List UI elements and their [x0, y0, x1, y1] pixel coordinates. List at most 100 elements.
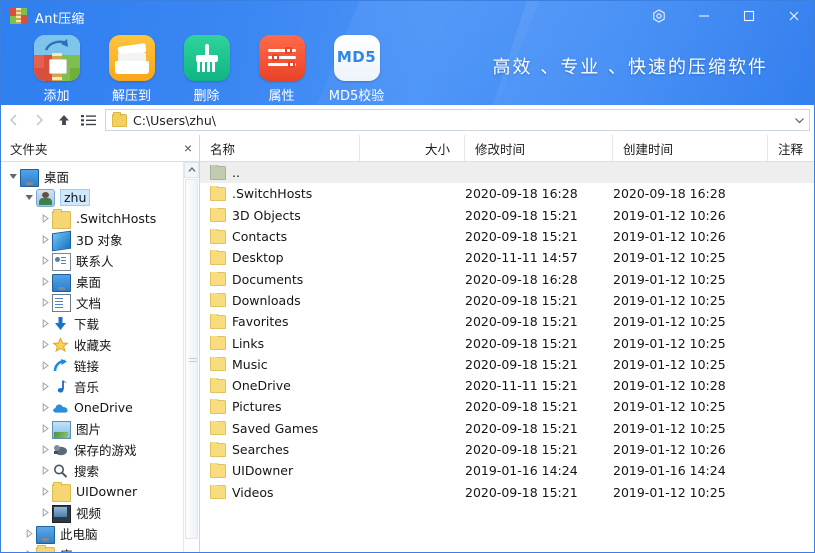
- tree-item-.switchhosts[interactable]: .SwitchHosts: [1, 208, 185, 229]
- file-row[interactable]: UIDowner2019-01-16 14:242019-01-16 14:24: [200, 460, 815, 481]
- file-row[interactable]: Searches2020-09-18 15:212019-01-12 10:26: [200, 439, 815, 460]
- file-row[interactable]: Contacts2020-09-18 15:212019-01-12 10:26: [200, 226, 815, 247]
- twisty-collapsed-icon[interactable]: [39, 334, 52, 355]
- twisty-expanded-icon[interactable]: [7, 166, 20, 187]
- file-row[interactable]: .SwitchHosts2020-09-18 16:282020-09-18 1…: [200, 183, 815, 204]
- twisty-collapsed-icon[interactable]: [39, 250, 52, 271]
- tree-item-uidowner[interactable]: UIDowner: [1, 481, 185, 502]
- tree-item-onedrive[interactable]: OneDrive: [1, 397, 185, 418]
- tree-item-视频[interactable]: 视频: [1, 502, 185, 523]
- toolbar-button-md5[interactable]: MD5 MD5校验: [319, 35, 394, 104]
- banner-tagline: 高效 、专业 、快速的压缩软件: [493, 53, 768, 79]
- tree-item-收藏夹[interactable]: 收藏夹: [1, 334, 185, 355]
- scroll-up-icon[interactable]: [184, 162, 199, 178]
- up-button[interactable]: [51, 107, 76, 133]
- twisty-collapsed-icon[interactable]: [39, 271, 52, 292]
- title-bar: Ant压缩: [1, 1, 815, 31]
- column-header-note[interactable]: 注释: [768, 135, 815, 161]
- tree-item-搜索[interactable]: 搜索: [1, 460, 185, 481]
- column-header-modified[interactable]: 修改时间: [465, 135, 613, 161]
- chevron-down-icon[interactable]: [789, 115, 809, 126]
- tree-item-label: 下载: [74, 314, 99, 333]
- header-banner: Ant压缩: [1, 1, 815, 105]
- tree-item-联系人[interactable]: 联系人: [1, 250, 185, 271]
- tree-item-此电脑[interactable]: 此电脑: [1, 523, 185, 544]
- file-row[interactable]: Favorites2020-09-18 15:212019-01-12 10:2…: [200, 311, 815, 332]
- links-icon: [52, 358, 69, 374]
- twisty-collapsed-icon[interactable]: [39, 418, 52, 439]
- twisty-collapsed-icon[interactable]: [23, 544, 36, 553]
- file-row[interactable]: Music2020-09-18 15:212019-01-12 10:25: [200, 354, 815, 375]
- twisty-collapsed-icon[interactable]: [39, 208, 52, 229]
- tree-item-桌面[interactable]: 桌面: [1, 166, 185, 187]
- pictures-icon: [52, 421, 71, 439]
- file-name-cell: .SwitchHosts: [200, 186, 360, 201]
- tree-item-下载[interactable]: 下载: [1, 313, 185, 334]
- folder-icon: [210, 379, 226, 393]
- file-row[interactable]: OneDrive2020-11-11 15:212019-01-12 10:28: [200, 375, 815, 396]
- twisty-collapsed-icon[interactable]: [39, 355, 52, 376]
- tree-item-库[interactable]: 库: [1, 544, 185, 553]
- tree-item-桌面[interactable]: 桌面: [1, 271, 185, 292]
- forward-button[interactable]: [26, 107, 51, 133]
- twisty-collapsed-icon[interactable]: [39, 397, 52, 418]
- minimize-button[interactable]: [681, 1, 726, 31]
- column-header-size[interactable]: 大小: [360, 135, 465, 161]
- toolbar-label: 删除: [193, 85, 219, 104]
- twisty-collapsed-icon[interactable]: [39, 376, 52, 397]
- file-row[interactable]: Links2020-09-18 15:212019-01-12 10:25: [200, 332, 815, 353]
- file-row[interactable]: Desktop2020-11-11 14:572019-01-12 10:25: [200, 247, 815, 268]
- tree-item-3d-对象[interactable]: 3D 对象: [1, 229, 185, 250]
- file-row[interactable]: Documents2020-09-18 16:282019-01-12 10:2…: [200, 268, 815, 289]
- file-created-cell: 2019-01-16 14:24: [613, 463, 768, 478]
- twisty-collapsed-icon[interactable]: [39, 439, 52, 460]
- videos-icon: [52, 505, 71, 523]
- folder-icon: [210, 293, 226, 307]
- file-row[interactable]: Videos2020-09-18 15:212019-01-12 10:25: [200, 481, 815, 502]
- scrollbar-thumb[interactable]: [185, 179, 198, 539]
- file-name-cell: Documents: [200, 272, 360, 287]
- file-row[interactable]: Saved Games2020-09-18 15:212019-01-12 10…: [200, 418, 815, 439]
- twisty-expanded-icon[interactable]: [23, 187, 36, 208]
- tree-item-label: 3D 对象: [76, 230, 123, 249]
- twisty-collapsed-icon[interactable]: [39, 229, 52, 250]
- tree-item-保存的游戏[interactable]: 保存的游戏: [1, 439, 185, 460]
- close-icon[interactable]: ×: [184, 141, 192, 155]
- folder-icon: [52, 484, 71, 502]
- maximize-button[interactable]: [726, 1, 771, 31]
- scrollbar-grip-icon: [189, 358, 197, 364]
- twisty-collapsed-icon[interactable]: [39, 481, 52, 502]
- tree-item-zhu[interactable]: zhu: [1, 187, 185, 208]
- twisty-collapsed-icon[interactable]: [39, 502, 52, 523]
- file-row[interactable]: Pictures2020-09-18 15:212019-01-12 10:25: [200, 396, 815, 417]
- column-header-name[interactable]: 名称: [200, 135, 360, 161]
- back-button[interactable]: [1, 107, 26, 133]
- twisty-collapsed-icon[interactable]: [39, 313, 52, 334]
- toolbar-button-delete[interactable]: 删除: [169, 35, 244, 104]
- file-name-label: Contacts: [232, 229, 287, 244]
- file-row[interactable]: 3D Objects2020-09-18 15:212019-01-12 10:…: [200, 205, 815, 226]
- file-created-cell: 2019-01-12 10:26: [613, 208, 768, 223]
- file-row[interactable]: Downloads2020-09-18 15:212019-01-12 10:2…: [200, 290, 815, 311]
- ant-zip-window: Ant压缩: [0, 0, 815, 553]
- twisty-collapsed-icon[interactable]: [39, 460, 52, 481]
- column-header-created[interactable]: 创建时间: [613, 135, 768, 161]
- twisty-collapsed-icon[interactable]: [23, 523, 36, 544]
- twisty-collapsed-icon[interactable]: [39, 292, 52, 313]
- view-mode-icon[interactable]: [76, 107, 101, 133]
- toolbar-button-extract[interactable]: 解压到: [94, 35, 169, 104]
- tree-item-label: 搜索: [74, 461, 99, 480]
- tree-item-音乐[interactable]: 音乐: [1, 376, 185, 397]
- tree-item-文档[interactable]: 文档: [1, 292, 185, 313]
- address-input[interactable]: C:\Users\zhu\: [105, 109, 810, 131]
- tree-item-图片[interactable]: 图片: [1, 418, 185, 439]
- settings-icon[interactable]: [636, 1, 681, 31]
- this-pc-icon: [36, 526, 55, 544]
- tree-item-链接[interactable]: 链接: [1, 355, 185, 376]
- address-bar: C:\Users\zhu\: [1, 105, 815, 135]
- file-row[interactable]: ..: [200, 162, 815, 183]
- toolbar-button-properties[interactable]: 属性: [244, 35, 319, 104]
- sidebar-scrollbar[interactable]: [183, 162, 199, 553]
- toolbar-button-add[interactable]: 添加: [19, 35, 94, 104]
- close-button[interactable]: [771, 1, 815, 31]
